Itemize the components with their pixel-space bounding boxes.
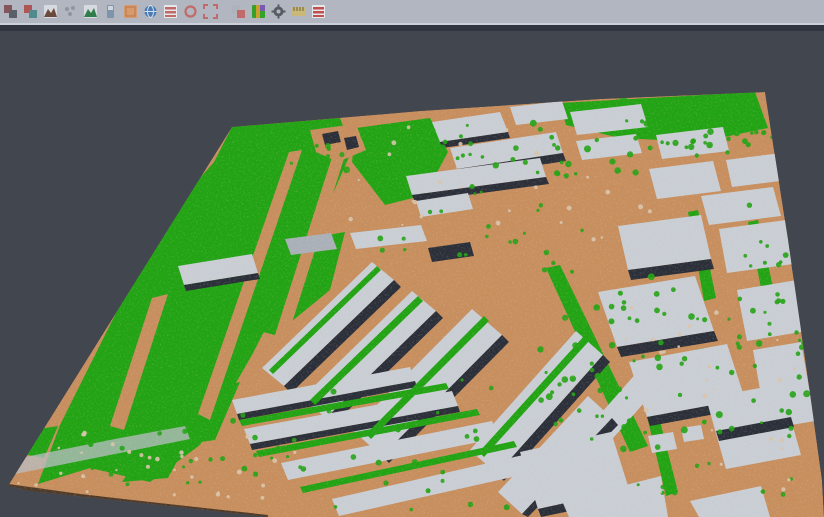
3d-viewport[interactable] xyxy=(0,0,824,517)
terrain-button[interactable] xyxy=(81,3,99,21)
scene-mosaic-icon xyxy=(3,4,18,19)
settings-gear-button[interactable] xyxy=(269,3,287,21)
points-button[interactable] xyxy=(61,3,79,21)
delete-red-button[interactable] xyxy=(309,3,327,21)
classification-colormap-button[interactable] xyxy=(249,3,267,21)
application-window xyxy=(0,0,824,517)
measure-ruler-icon xyxy=(291,4,306,19)
column-profile-icon xyxy=(103,4,118,19)
classification-colormap-icon xyxy=(251,4,266,19)
rect-select-button[interactable] xyxy=(201,3,219,21)
main-toolbar xyxy=(0,0,824,23)
scene-mosaic-button[interactable] xyxy=(1,3,19,21)
layer-stripes-icon xyxy=(163,4,178,19)
settings-gear-icon xyxy=(271,4,286,19)
mountain-button[interactable] xyxy=(41,3,59,21)
delete-red-icon xyxy=(311,4,326,19)
texture-square-button[interactable] xyxy=(121,3,139,21)
layer-stripes-button[interactable] xyxy=(161,3,179,21)
globe-icon xyxy=(143,4,158,19)
texture-square-icon xyxy=(123,4,138,19)
toolbar-separator xyxy=(221,3,227,21)
globe-button[interactable] xyxy=(141,3,159,21)
point-cloud-scene xyxy=(0,0,824,517)
points-icon xyxy=(63,4,78,19)
measure-ruler-button[interactable] xyxy=(289,3,307,21)
mountain-icon xyxy=(43,4,58,19)
circle-select-icon xyxy=(183,4,198,19)
circle-select-button[interactable] xyxy=(181,3,199,21)
navigate-arrows-icon xyxy=(23,4,38,19)
clip-box-button[interactable] xyxy=(229,3,247,21)
clip-box-icon xyxy=(231,4,246,19)
toolbar-shade-line xyxy=(0,25,824,31)
terrain-icon xyxy=(83,4,98,19)
rect-select-icon xyxy=(203,4,218,19)
navigate-arrows-button[interactable] xyxy=(21,3,39,21)
column-profile-button[interactable] xyxy=(101,3,119,21)
